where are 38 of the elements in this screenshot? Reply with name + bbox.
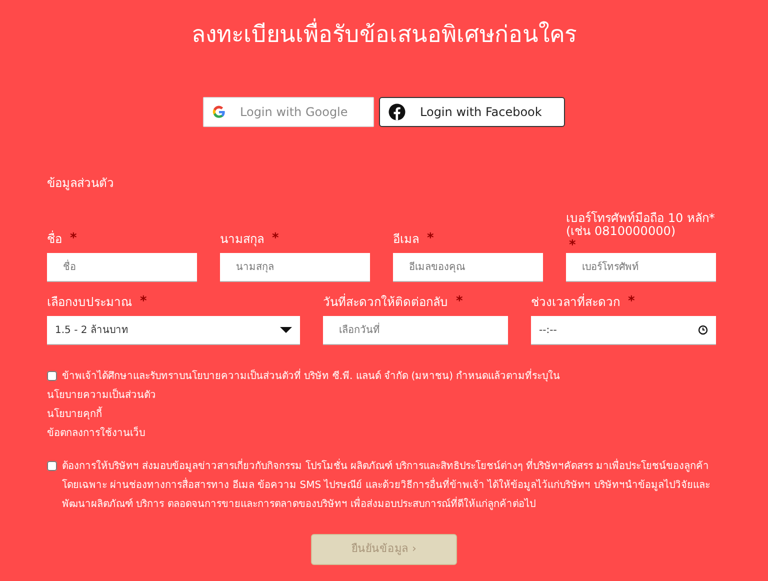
text-input[interactable]: ชื่อ bbox=[47, 253, 197, 282]
date-input[interactable]: เลือกวันที่ bbox=[323, 316, 508, 345]
policy-link[interactable]: นโยบายความเป็นส่วนตัว bbox=[47, 386, 717, 405]
field-label: ช่วงเวลาที่สะดวก bbox=[531, 296, 620, 309]
page-title: ลงทะเบียนเพื่อรับข้อเสนอพิเศษก่อนใคร bbox=[0, 0, 768, 62]
select-value: 1.5 - 2 ล้านบาท bbox=[55, 324, 128, 338]
policy-link[interactable]: นโยบายคุกกี้ bbox=[47, 405, 717, 424]
field-label: ชื่อ bbox=[47, 233, 62, 246]
required-mark: * bbox=[456, 296, 463, 309]
field-label: เลือกงบประมาณ bbox=[47, 296, 132, 309]
text-input[interactable]: อีเมลของคุณ bbox=[393, 253, 543, 282]
required-mark: * bbox=[140, 296, 147, 309]
google-icon bbox=[212, 105, 226, 119]
section-title: ข้อมูลส่วนตัว bbox=[47, 175, 115, 192]
required-mark: * bbox=[427, 233, 434, 246]
facebook-login-button[interactable]: Login with Facebook bbox=[379, 97, 565, 127]
time-input[interactable]: --:-- bbox=[531, 316, 716, 345]
budget-select[interactable]: 1.5 - 2 ล้านบาท bbox=[47, 316, 300, 345]
time-value: --:-- bbox=[539, 324, 557, 338]
field-label: วันที่สะดวกให้ติดต่อกลับ bbox=[323, 296, 448, 309]
clock-icon[interactable] bbox=[698, 325, 708, 335]
consent-text: ข้าพเจ้าได้ศึกษาและรับทราบนโยบายความเป็นส่วนตัวที่ บริษัท ซี.พี. แลนด์ จำกัด (มหาชน) กำหนดแล้วตามที่ระบุใน bbox=[62, 367, 560, 386]
field-label: นามสกุล bbox=[220, 233, 264, 246]
required-mark: * bbox=[569, 240, 577, 251]
policy-link[interactable]: ข้อตกลงการใช้งานเว็บ bbox=[47, 424, 717, 443]
field-label: อีเมล bbox=[393, 233, 419, 246]
caret-icon bbox=[280, 327, 292, 333]
facebook-icon bbox=[388, 103, 406, 121]
consent-checkbox[interactable] bbox=[47, 371, 57, 381]
google-login-button[interactable]: Login with Google bbox=[203, 97, 374, 127]
field-label: เบอร์โทรศัพท์มือถือ 10 หลัก* (เช่น 0810000000) bbox=[566, 212, 716, 238]
required-mark: * bbox=[70, 233, 77, 246]
required-mark: * bbox=[628, 296, 635, 309]
text-input[interactable]: เบอร์โทรศัพท์ bbox=[566, 253, 716, 282]
consent-text: ต้องการให้บริษัทฯ ส่งมอบข้อมูลข่าวสารเกี่ยวกับกิจกรรม โปรโมชั่น ผลิตภัณฑ์ บริการและสิทธิประโยชน์ต่างๆ ที่บริษัทฯคัดสรร มาเพื่อประโยชน์ของลูกค้าโดยเฉพาะ ผ่านช่องทางการสื่อสารทาง อีเมล ข้อความ SMS ไปรษณีย์ และด้วยวิธีการอื่นที่ข้าพเจ้า ได้ให้ข้อมูลไว้แก่บริษัทฯ บริษัทฯนำข้อมูลไปวิจัยและพัฒนาผลิตภัณฑ์ บริการ ตลอดจนการขายและการตลาดของบริษัทฯ เพื่อส่งมอบประสบการณ์ที่ดีให้แก่ลูกค้าต่อไป bbox=[62, 457, 717, 514]
consent-checkbox[interactable] bbox=[47, 461, 57, 471]
text-input[interactable]: นามสกุล bbox=[220, 253, 370, 282]
required-mark: * bbox=[272, 233, 279, 246]
